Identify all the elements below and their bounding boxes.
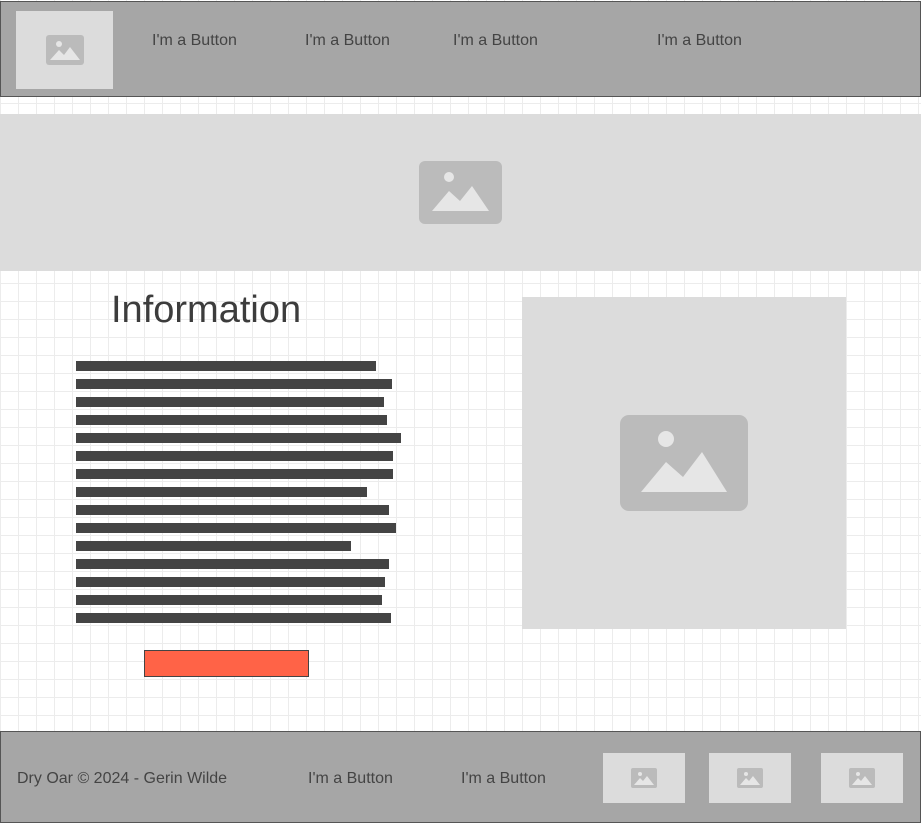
text-placeholder-line [76, 613, 391, 623]
footer-copyright: Dry Oar © 2024 - Gerin Wilde [17, 770, 228, 787]
header: I'm a Button I'm a Button I'm a Button I… [0, 1, 921, 97]
hero-banner-image [0, 114, 921, 271]
nav-button-1[interactable]: I'm a Button [152, 32, 237, 50]
text-placeholder-line [76, 451, 393, 461]
text-placeholder-line [76, 559, 389, 569]
footer-image-1[interactable] [603, 753, 685, 803]
image-placeholder-icon [631, 768, 657, 788]
footer-image-2[interactable] [709, 753, 791, 803]
footer: Dry Oar © 2024 - Gerin Wilde I'm a Butto… [0, 731, 921, 823]
text-placeholder-line [76, 433, 401, 443]
text-placeholder-line [76, 505, 389, 515]
footer-button-1[interactable]: I'm a Button [308, 770, 393, 788]
page-title: Information [111, 289, 302, 331]
image-placeholder-icon [45, 35, 84, 65]
nav-button-3[interactable]: I'm a Button [453, 32, 538, 50]
text-placeholder-block [76, 361, 401, 631]
image-placeholder-icon [737, 768, 763, 788]
text-placeholder-line [76, 469, 393, 479]
nav-button-2[interactable]: I'm a Button [305, 32, 390, 50]
text-placeholder-line [76, 379, 392, 389]
side-image [522, 297, 846, 629]
text-placeholder-line [76, 541, 351, 551]
cta-button[interactable] [144, 650, 309, 677]
footer-image-3[interactable] [821, 753, 903, 803]
image-placeholder-icon [419, 161, 502, 224]
image-placeholder-icon [849, 768, 875, 788]
footer-button-2[interactable]: I'm a Button [461, 770, 546, 788]
text-placeholder-line [76, 523, 396, 533]
logo[interactable] [16, 11, 113, 89]
image-placeholder-icon [620, 415, 748, 511]
text-placeholder-line [76, 487, 367, 497]
text-placeholder-line [76, 577, 385, 587]
text-placeholder-line [76, 595, 382, 605]
nav-button-4[interactable]: I'm a Button [657, 32, 742, 50]
text-placeholder-line [76, 397, 384, 407]
text-placeholder-line [76, 415, 387, 425]
text-placeholder-line [76, 361, 376, 371]
